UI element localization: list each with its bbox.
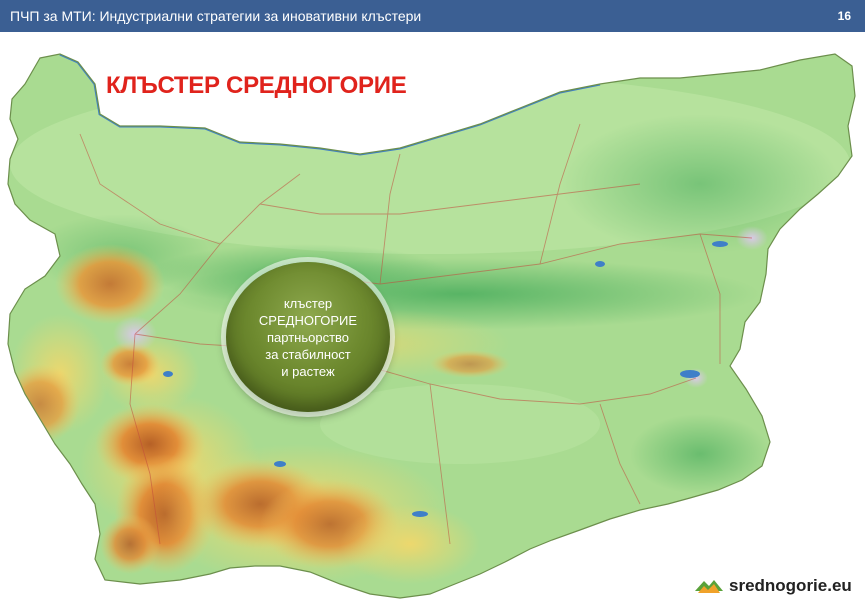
logo-text: srednogorie.eu — [729, 576, 852, 595]
cluster-bubble: клъстер СРЕДНОГОРИЕ партньорство за стаб… — [226, 262, 390, 412]
bubble-line-4: за стабилност — [265, 346, 351, 362]
mountain-logo-icon — [695, 580, 723, 593]
bubble-line-2: СРЕДНОГОРИЕ — [258, 312, 358, 328]
slide-title: ПЧП за МТИ: Индустриални стратегии за ин… — [10, 8, 422, 24]
bubble-line-5: и растеж — [281, 363, 335, 379]
header-bar: ПЧП за МТИ: Индустриални стратегии за ин… — [0, 0, 865, 32]
srednogorie-logo: srednogorie.eu — [695, 576, 852, 596]
bubble-line-1: клъстер — [283, 295, 333, 311]
page-number: 16 — [837, 9, 851, 23]
bubble-line-3: партньорство — [266, 329, 350, 345]
slide-heading: КЛЪСТЕР СРЕДНОГОРИЕ — [106, 72, 407, 99]
bulgaria-map — [0, 44, 865, 600]
